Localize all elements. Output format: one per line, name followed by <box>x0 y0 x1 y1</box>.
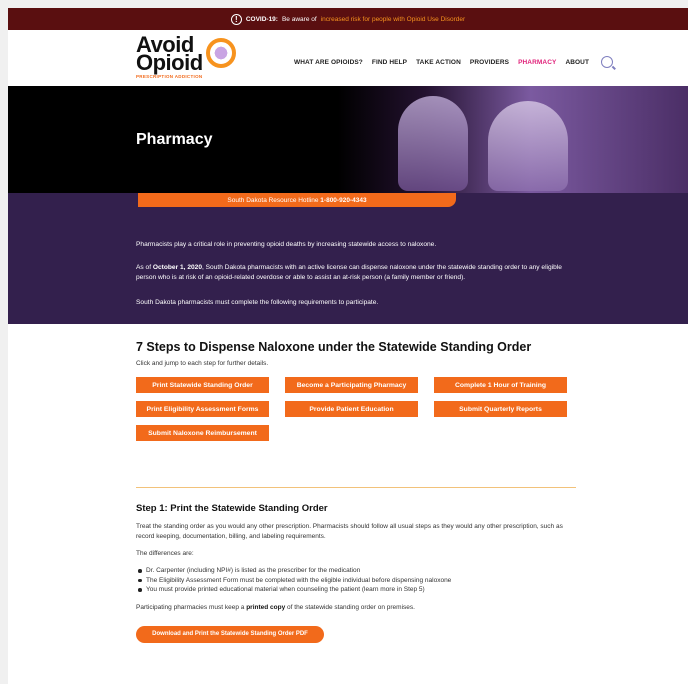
step1-heading: Step 1: Print the Statewide Standing Ord… <box>136 503 328 514</box>
intro-section: Pharmacists play a critical role in prev… <box>8 193 688 324</box>
step-button-print-standing-order[interactable]: Print Statewide Standing Order <box>136 377 269 393</box>
step1-paragraph-2: The differences are: <box>136 550 194 557</box>
step1-paragraph-1: Treat the standing order as you would an… <box>136 523 563 540</box>
nav-item-about[interactable]: ABOUT <box>565 59 589 66</box>
steps-button-grid: Print Statewide Standing Order Become a … <box>136 377 576 441</box>
list-item: The Eligibility Assessment Form must be … <box>136 576 576 586</box>
step1-paragraph-3: Participating pharmacies must keep a pri… <box>136 603 576 613</box>
step-button-print-eligibility-forms[interactable]: Print Eligibility Assessment Forms <box>136 401 269 417</box>
section-divider <box>136 487 576 488</box>
alert-link[interactable]: increased risk for people with Opioid Us… <box>321 16 466 23</box>
nav-item-find-help[interactable]: FIND HELP <box>372 59 407 66</box>
step-button-become-participating[interactable]: Become a Participating Pharmacy <box>285 377 418 393</box>
nav-item-pharmacy[interactable]: PHARMACY <box>518 59 556 66</box>
covid-alert-bar: ! COVID-19: Be aware of increased risk f… <box>8 8 688 30</box>
search-icon[interactable] <box>601 56 614 68</box>
exclamation-icon: ! <box>230 13 242 25</box>
nav-item-take-action[interactable]: TAKE ACTION <box>416 59 461 66</box>
step-button-naloxone-reimbursement[interactable]: Submit Naloxone Reimbursement <box>136 425 269 441</box>
steps-section: 7 Steps to Dispense Naloxone under the S… <box>136 340 576 441</box>
step1-p3-rest: of the statewide standing order on premi… <box>287 603 415 611</box>
hotline-number[interactable]: 1-800-920-4343 <box>320 197 366 204</box>
alert-text: Be aware of <box>281 15 317 23</box>
logo-circle-icon <box>206 38 236 68</box>
step1-p3-bold: printed copy <box>246 603 286 611</box>
step-button-complete-training[interactable]: Complete 1 Hour of Training <box>434 377 567 393</box>
page-title: Pharmacy <box>136 131 213 148</box>
steps-heading: 7 Steps to Dispense Naloxone under the S… <box>136 340 532 354</box>
steps-subtext: Click and jump to each step for further … <box>136 360 269 367</box>
hotline-label: South Dakota Resource Hotline <box>227 196 319 204</box>
intro-paragraph-1: Pharmacists play a critical role in prev… <box>136 241 437 248</box>
patient-figure <box>488 101 568 191</box>
download-pdf-button[interactable]: Download and Print the Statewide Standin… <box>136 625 324 643</box>
intro-p2-date: October 1, 2020 <box>152 264 202 271</box>
hero-banner: Pharmacy <box>8 86 688 193</box>
intro-paragraph-2: As of October 1, 2020, South Dakota phar… <box>136 263 576 283</box>
differences-list: Dr. Carpenter (including NPI#) is listed… <box>136 566 576 595</box>
step-button-quarterly-reports[interactable]: Submit Quarterly Reports <box>434 401 567 417</box>
alert-prefix: COVID-19: <box>245 15 278 23</box>
logo-tagline: PRESCRIPTION ADDICTION <box>136 74 203 79</box>
step1-section: Step 1: Print the Statewide Standing Ord… <box>136 504 576 643</box>
list-item: You must provide printed educational mat… <box>136 585 576 595</box>
nav-item-what-are-opioids[interactable]: WHAT ARE OPIOIDS? <box>294 59 363 66</box>
list-item: Dr. Carpenter (including NPI#) is listed… <box>136 566 576 576</box>
step1-p3-prefix: Participating pharmacies must keep a <box>136 603 245 611</box>
pharmacist-figure <box>398 96 468 191</box>
step-button-patient-education[interactable]: Provide Patient Education <box>285 401 418 417</box>
hotline-banner[interactable]: South Dakota Resource Hotline 1-800-920-… <box>138 193 456 207</box>
hero-photo <box>338 86 688 193</box>
page: ! COVID-19: Be aware of increased risk f… <box>8 8 688 684</box>
nav-item-providers[interactable]: PROVIDERS <box>470 59 509 66</box>
site-header: Avoid Opioid PRESCRIPTION ADDICTION WHAT… <box>8 30 688 85</box>
intro-paragraph-3: South Dakota pharmacists must complete t… <box>136 299 379 306</box>
main-nav: WHAT ARE OPIOIDS? FIND HELP TAKE ACTION … <box>294 56 614 68</box>
intro-p2-prefix: As of <box>136 264 152 271</box>
site-logo[interactable]: Avoid Opioid PRESCRIPTION ADDICTION <box>136 34 236 91</box>
